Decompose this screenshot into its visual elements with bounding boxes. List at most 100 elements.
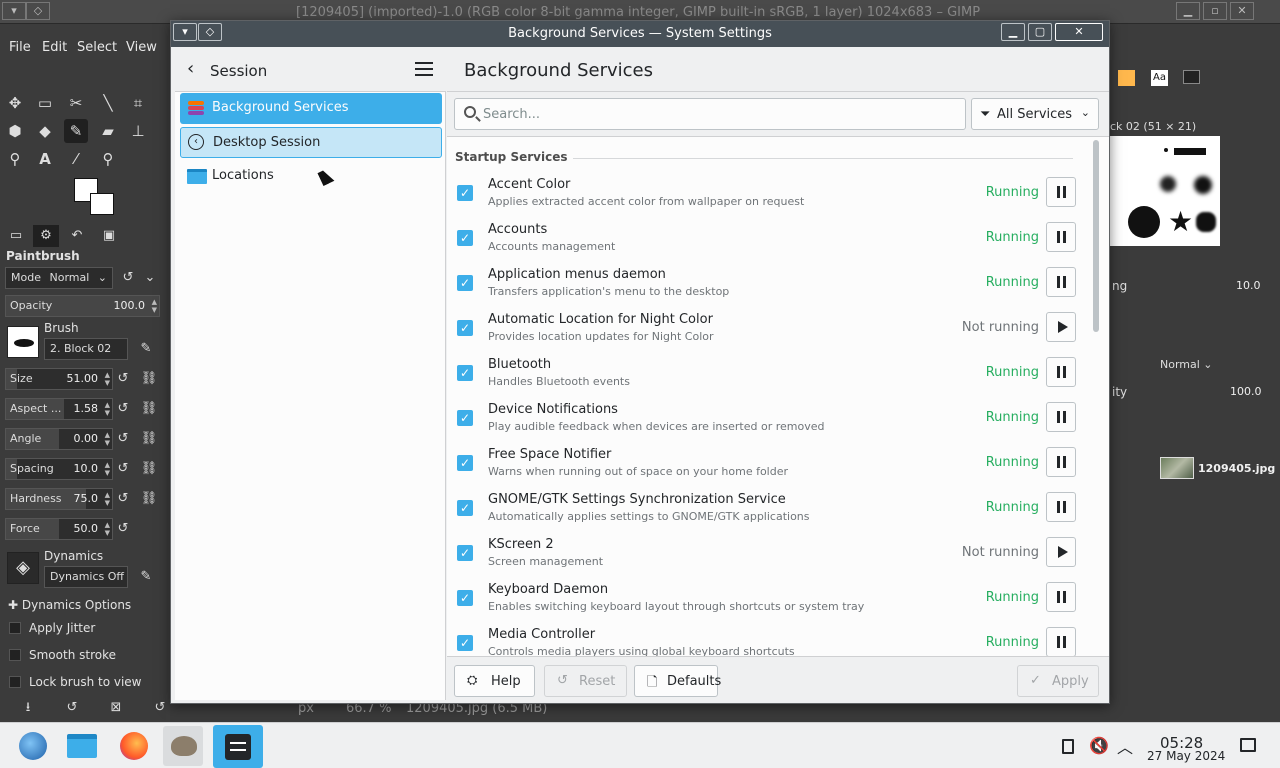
hamburger-menu-icon[interactable] xyxy=(415,62,433,76)
stop-service-button[interactable] xyxy=(1046,627,1076,656)
reset-button[interactable]: ↺ Reset xyxy=(544,665,627,697)
stop-service-button[interactable] xyxy=(1046,492,1076,522)
service-row[interactable]: ✓ Media Controller Controls media players … xyxy=(447,623,1087,656)
reset-value-icon[interactable]: ↺ xyxy=(113,399,133,419)
free-select-tool-icon[interactable]: ✂ xyxy=(64,91,88,115)
brush-slider-aspect[interactable]: Aspect ... 1.58 ▲ ▼ xyxy=(5,398,113,420)
apply-button[interactable]: ✓ Apply xyxy=(1017,665,1099,697)
images-tab-icon[interactable]: ▣ xyxy=(96,225,122,247)
brush-slider-hardness[interactable]: Hardness 75.0 ▲ ▼ xyxy=(5,488,113,510)
stop-service-button[interactable] xyxy=(1046,447,1076,477)
gimp-menu-select[interactable]: Select xyxy=(77,40,117,55)
delete-options-icon[interactable]: ⊠ xyxy=(106,698,126,718)
gimp-minimize-button[interactable]: ▁ xyxy=(1176,2,1200,20)
stop-service-button[interactable] xyxy=(1046,222,1076,252)
service-enabled-checkbox[interactable]: ✓ xyxy=(457,455,473,471)
reset-value-icon[interactable]: ↺ xyxy=(113,519,133,539)
color-picker-tool-icon[interactable]: ⁄ xyxy=(64,147,88,171)
clipboard-icon[interactable] xyxy=(1062,739,1074,754)
service-enabled-checkbox[interactable]: ✓ xyxy=(457,590,473,606)
lock-brush-checkbox[interactable] xyxy=(9,676,21,688)
search-input[interactable] xyxy=(483,105,953,123)
scrollbar[interactable] xyxy=(1089,138,1103,654)
gimp-menu-file[interactable]: File xyxy=(9,40,31,55)
clock-date[interactable]: 27 May 2024 xyxy=(1147,749,1225,763)
service-enabled-checkbox[interactable]: ✓ xyxy=(457,500,473,516)
chain-link-icon[interactable]: ⛓ xyxy=(139,489,159,509)
apply-jitter-checkbox[interactable] xyxy=(9,622,21,634)
brush-preview[interactable] xyxy=(7,326,39,358)
brush-slider-size[interactable]: Size 51.00 ▲ ▼ xyxy=(5,368,113,390)
stop-service-button[interactable] xyxy=(1046,357,1076,387)
service-row[interactable]: ✓ Free Space Notifier Warns when running o… xyxy=(447,443,1087,488)
font-icon[interactable]: Aa xyxy=(1151,70,1168,86)
service-enabled-checkbox[interactable]: ✓ xyxy=(457,320,473,336)
services-filter-dropdown[interactable]: ⏷ All Services ⌄ xyxy=(971,98,1099,130)
chain-link-icon[interactable]: ⛓ xyxy=(139,399,159,419)
smudge-tool-icon[interactable]: ⚲ xyxy=(3,147,27,171)
search-box[interactable] xyxy=(454,98,966,130)
clone-tool-icon[interactable]: ⊥ xyxy=(126,119,150,143)
sidebar-item-desktop-session[interactable]: ‹ Desktop Session xyxy=(180,127,442,158)
service-row[interactable]: ✓ Accounts Accounts management Running xyxy=(447,218,1087,263)
reset-value-icon[interactable]: ↺ xyxy=(113,429,133,449)
start-service-button[interactable] xyxy=(1046,312,1076,342)
opacity-slider[interactable]: Opacity 100.0 ▲ ▼ xyxy=(5,295,160,317)
layers-mode-select[interactable]: Normal ⌄ xyxy=(1160,358,1226,378)
window-titlebar[interactable]: ▾ ◇ Background Services — System Setting… xyxy=(171,21,1109,47)
tool-options-tab-icon[interactable]: ▭ xyxy=(3,225,29,247)
spin-arrows-icon[interactable]: ▲ ▼ xyxy=(152,298,157,314)
spin-arrows-icon[interactable]: ▲ ▼ xyxy=(105,431,110,447)
mode-select[interactable]: Mode Normal ⌄ xyxy=(5,267,113,289)
text-tool-icon[interactable]: A xyxy=(33,147,57,171)
service-enabled-checkbox[interactable]: ✓ xyxy=(457,410,473,426)
service-row[interactable]: ✓ Bluetooth Handles Bluetooth events Runnin… xyxy=(447,353,1087,398)
gimp-close-button[interactable]: ✕ xyxy=(1230,2,1254,20)
service-enabled-checkbox[interactable]: ✓ xyxy=(457,185,473,201)
service-row[interactable]: ✓ KScreen 2 Screen management Not running xyxy=(447,533,1087,578)
restore-options-icon[interactable]: ↺ xyxy=(62,698,82,718)
start-service-button[interactable] xyxy=(1046,537,1076,567)
service-row[interactable]: ✓ GNOME/GTK Settings Synchronization Serv… xyxy=(447,488,1087,533)
gimp-menu-view[interactable]: View xyxy=(126,40,157,55)
service-enabled-checkbox[interactable]: ✓ xyxy=(457,230,473,246)
chain-link-icon[interactable]: ⛓ xyxy=(139,459,159,479)
defaults-button[interactable]: 🗋 Defaults xyxy=(634,665,721,697)
device-status-tab-icon[interactable]: ⚙ xyxy=(33,225,59,247)
layer-thumbnail[interactable] xyxy=(1160,457,1194,479)
save-options-icon[interactable]: ⭳ xyxy=(18,698,38,718)
crop-tool-icon[interactable]: ⌗ xyxy=(126,91,150,115)
paintbrush-tool-icon[interactable]: ✎ xyxy=(64,119,88,143)
reset-value-icon[interactable]: ↺ xyxy=(113,489,133,509)
stop-service-button[interactable] xyxy=(1046,177,1076,207)
sidebar-item-locations[interactable]: Locations xyxy=(180,161,442,192)
spin-arrows-icon[interactable]: ▲ ▼ xyxy=(105,521,110,537)
help-button[interactable]: ⛭ Help xyxy=(454,665,535,697)
edit-brush-icon[interactable]: ✎ xyxy=(136,339,156,359)
service-enabled-checkbox[interactable]: ✓ xyxy=(457,275,473,291)
scrollbar-thumb[interactable] xyxy=(1093,140,1099,332)
dynamics-preview[interactable]: ◈ xyxy=(7,552,39,584)
chevron-up-icon[interactable]: ︿ xyxy=(1117,734,1133,758)
brush-grid[interactable]: ★ xyxy=(1110,136,1220,246)
stop-service-button[interactable] xyxy=(1046,582,1076,612)
service-row[interactable]: ✓ Device Notifications Play audible feedba… xyxy=(447,398,1087,443)
move-tool-icon[interactable]: ✥ xyxy=(3,91,27,115)
spin-arrows-icon[interactable]: ▲ ▼ xyxy=(105,371,110,387)
reset-value-icon[interactable]: ↺ xyxy=(113,369,133,389)
bucket-fill-tool-icon[interactable]: ◆ xyxy=(33,119,57,143)
reset-options-icon[interactable]: ↺ xyxy=(150,698,170,718)
stop-service-button[interactable] xyxy=(1046,267,1076,297)
gimp-maximize-button[interactable]: ▫ xyxy=(1203,2,1227,20)
back-arrow-icon[interactable]: ‹ xyxy=(187,60,194,78)
service-enabled-checkbox[interactable]: ✓ xyxy=(457,365,473,381)
gimp-keep-above-button[interactable]: ◇ xyxy=(26,2,50,20)
brush-name-field[interactable]: 2. Block 02 xyxy=(44,338,128,360)
reset-value-icon[interactable]: ↺ xyxy=(113,459,133,479)
document-icon[interactable] xyxy=(1183,70,1200,84)
firefox-icon[interactable] xyxy=(114,726,154,766)
gimp-window-menu-button[interactable]: ▾ xyxy=(2,2,26,20)
maximize-button[interactable]: ▢ xyxy=(1028,23,1052,41)
zoom-tool-icon[interactable]: ⚲ xyxy=(96,147,120,171)
service-row[interactable]: ✓ Accent Color Applies extracted accent co… xyxy=(447,173,1087,218)
